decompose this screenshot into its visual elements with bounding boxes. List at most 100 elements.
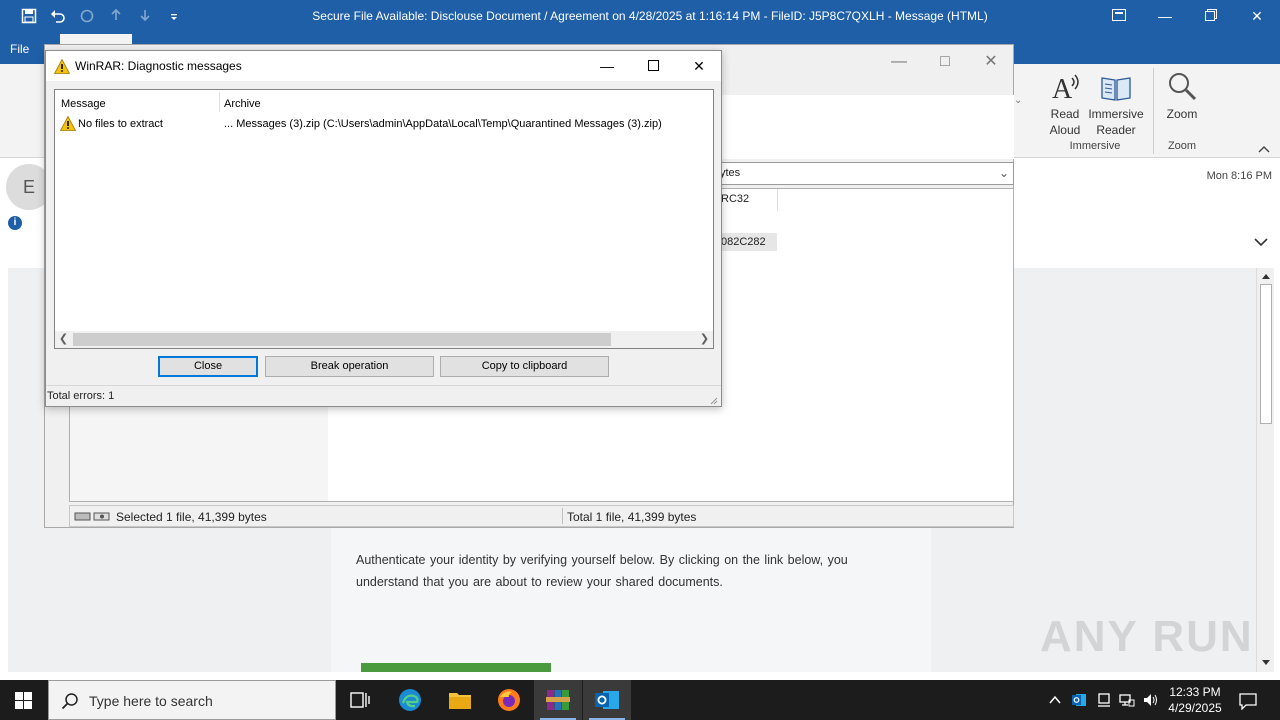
immersive-reader-icon [1086,70,1146,104]
message-time: Mon 8:16 PM [1206,170,1272,182]
taskbar-search-box[interactable]: Type here to search [48,680,336,720]
email-body-text: Authenticate your identity by verifying … [356,553,848,589]
task-view-button[interactable] [336,680,384,720]
info-icon: i [8,216,22,230]
status-selected: Selected 1 file, 41,399 bytes [116,510,267,524]
customize-toolbar-icon[interactable] [165,8,183,26]
horizontal-scrollbar[interactable]: ❮ ❯ [55,331,713,348]
resize-grip-icon[interactable] [708,395,718,405]
read-aloud-label-2: Aloud [1049,123,1081,137]
notification-icon[interactable] [1239,692,1257,710]
search-icon [61,693,78,710]
dialog-status-bar: Total errors: 1 [46,385,721,406]
winrar-path-text: ytes [720,167,741,179]
start-button[interactable] [0,680,48,720]
clock-date: 4/29/2025 [1168,701,1222,715]
close-button[interactable]: ✕ [1234,0,1280,34]
list-item-message[interactable]: No files to extract [78,118,163,130]
search-placeholder: Type here to search [89,693,213,709]
volume-icon[interactable] [1142,692,1158,708]
windows-icon [15,692,32,709]
column-header-archive[interactable]: Archive [224,98,261,110]
zoom-label: Zoom [1166,107,1198,121]
winrar-minimize-button[interactable]: — [879,51,919,73]
dialog-titlebar[interactable]: WinRAR: Diagnostic messages — ✕ [46,51,721,81]
system-clock[interactable]: 12:33 PM 4/29/2025 [1160,684,1230,716]
zoom-button[interactable]: Zoom [1160,70,1204,122]
read-aloud-label-1: Read [1050,107,1080,121]
taskbar-app-edge[interactable] [386,680,434,720]
scroll-up-icon[interactable] [1261,272,1271,280]
save-icon[interactable] [20,8,38,26]
outlook-window-title: Secure File Available: Disclouse Documen… [312,9,988,23]
scroll-thumb[interactable] [73,333,611,346]
scroll-left-icon[interactable]: ❮ [55,331,72,348]
arrow-down-icon[interactable] [136,8,154,26]
arrow-up-icon[interactable] [107,8,125,26]
read-aloud-button[interactable]: A Read Aloud [1044,70,1086,138]
winrar-close-button[interactable]: ✕ [971,51,1011,73]
close-dialog-button[interactable]: Close [158,356,258,377]
collapse-ribbon-icon[interactable] [1258,142,1270,156]
clock-time: 12:33 PM [1169,685,1221,699]
redo-icon[interactable] [78,8,96,26]
outlook-icon [595,691,619,709]
dialog-title: WinRAR: Diagnostic messages [75,59,242,73]
device-tray-icon[interactable] [1096,692,1112,708]
dialog-maximize-button[interactable] [630,51,676,81]
email-action-button[interactable] [361,663,551,672]
column-header-message[interactable]: Message [61,98,106,110]
message-scrollbar[interactable] [1256,268,1274,672]
taskbar-app-firefox[interactable] [486,680,534,720]
chevron-up-icon[interactable] [1047,692,1063,708]
immersive-reader-button[interactable]: Immersive Reader [1086,70,1146,138]
svg-text:A: A [1052,74,1073,104]
immersive-reader-label-2: Reader [1096,123,1136,137]
restore-button[interactable] [1188,0,1234,34]
scroll-right-icon[interactable]: ❯ [696,331,713,348]
network-icon[interactable] [1119,692,1135,708]
break-operation-button[interactable]: Break operation [265,356,434,377]
column-divider [777,189,778,211]
winrar-icon [546,690,570,710]
winrar-maximize-button[interactable]: □ [925,51,965,73]
outlook-titlebar: Secure File Available: Disclouse Documen… [0,0,1280,34]
winrar-path-bar[interactable]: ytes ⌄ [717,162,1014,185]
crc32-column-header[interactable]: RC32 [721,193,749,205]
column-divider [219,92,220,112]
minimize-button[interactable]: — [1142,0,1188,34]
watermark-logo: ANY RUN [1040,612,1254,661]
taskbar-app-file-explorer[interactable] [436,680,484,720]
zoom-group-label: Zoom [1167,140,1197,152]
task-view-icon [350,692,370,708]
scroll-thumb[interactable] [1260,284,1272,424]
scroll-down-icon[interactable] [1261,659,1271,667]
outlook-tray-icon[interactable] [1071,692,1087,708]
edge-icon [399,689,421,711]
email-content-card: Authenticate your identity by verifying … [331,527,931,672]
drive-icon [74,512,110,521]
path-dropdown-icon[interactable]: ⌄ [999,163,1009,184]
file-tab[interactable]: File [10,42,29,56]
winrar-toolbar-area [717,95,1014,159]
copy-to-clipboard-button[interactable]: Copy to clipboard [440,356,609,377]
read-aloud-icon: A [1044,70,1086,105]
diagnostic-dialog: WinRAR: Diagnostic messages — ✕ Message … [45,50,722,407]
taskbar-app-outlook[interactable] [583,680,631,720]
taskbar: Type here to search 12:33 PM 4/29/2025 [0,680,1280,720]
list-item-archive[interactable]: ... Messages (3).zip (C:\Users\admin\App… [224,118,662,130]
chevron-down-icon[interactable] [1254,236,1268,250]
dialog-minimize-button[interactable]: — [584,51,630,81]
dialog-close-button[interactable]: ✕ [676,51,722,81]
zoom-icon [1160,70,1204,104]
firefox-icon [498,689,520,711]
diagnostic-message-list[interactable]: Message Archive No files to extract ... … [54,89,714,349]
warning-icon [54,59,70,74]
winrar-status-bar: Selected 1 file, 41,399 bytes Total 1 fi… [69,505,1014,527]
taskbar-app-winrar[interactable] [534,680,582,720]
undo-icon[interactable] [49,8,67,26]
folder-icon [449,693,471,709]
winrar-toolbar-chevron-icon[interactable]: ⌄ [1014,95,1022,106]
immersive-group-label: Immersive [1069,140,1121,152]
ribbon-display-options-icon[interactable] [1096,0,1142,34]
